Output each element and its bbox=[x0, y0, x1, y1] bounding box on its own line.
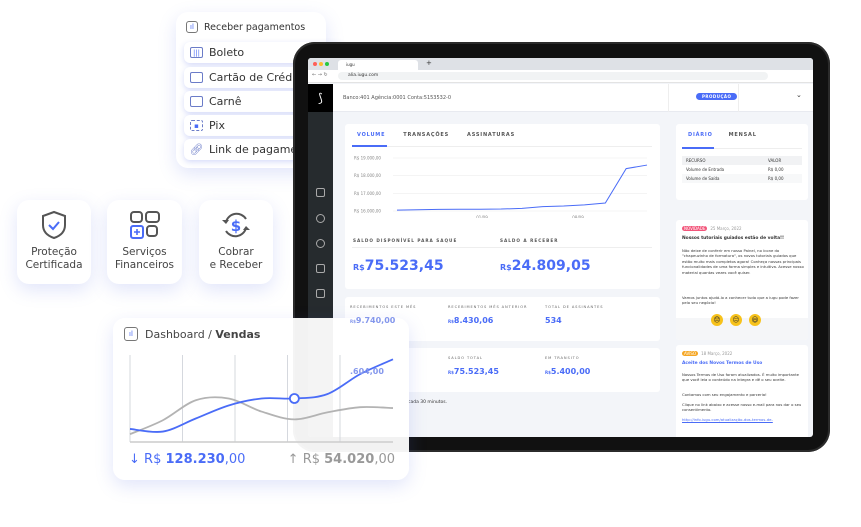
bar-chart-icon: ıl bbox=[186, 21, 198, 33]
close-window-button[interactable] bbox=[313, 62, 317, 66]
news-card: AVISO 18 Março, 2022 Aceite dos Novos Te… bbox=[676, 345, 808, 437]
x-tick-label: 01/09 bbox=[476, 215, 488, 218]
terms-link[interactable]: http://info.iugu.com/atualização-dos-ter… bbox=[682, 417, 804, 422]
sales-up-value: ↑ R$ 54.020,00 bbox=[287, 452, 395, 467]
volume-panel: VOLUME TRANSAÇÕES ASSINATURAS R$ 19.000,… bbox=[345, 124, 660, 289]
y-tick-label: R$ 17.000,00 bbox=[354, 191, 381, 196]
highlight-point bbox=[288, 393, 300, 404]
news-title: Nossos tutoriais guiados estão de volta!… bbox=[682, 236, 785, 241]
stat-value: R$8.430,06 bbox=[448, 316, 494, 325]
apps-grid-icon bbox=[129, 211, 160, 239]
shield-check-icon bbox=[42, 210, 66, 240]
account-info: Banco:401 Agência:0001 Conta:5153532-0 bbox=[343, 95, 452, 101]
credit-card-icon bbox=[190, 72, 203, 83]
available-balance-label: SALDO DISPONÍVEL PARA SAQUE bbox=[353, 238, 458, 243]
dashboard-sales-card: ıl Dashboard / Vendas ↓ R$ 128.230,00 ↑ … bbox=[113, 318, 409, 480]
nav-arrows-icon[interactable]: ← → ↻ bbox=[312, 72, 328, 78]
y-tick-label: R$ 16.000,00 bbox=[354, 209, 381, 214]
news-title[interactable]: Aceite dos Novos Termos de Uso bbox=[682, 361, 762, 366]
sidebar-item-reports[interactable] bbox=[316, 264, 325, 273]
tab-volume[interactable]: VOLUME bbox=[357, 132, 385, 138]
payments-title: Receber pagamentos bbox=[204, 21, 306, 33]
stat-value: .604,00 bbox=[350, 367, 384, 376]
reaction-neutral[interactable]: 😐 bbox=[730, 314, 742, 326]
comparison-series-line bbox=[129, 396, 394, 435]
daily-panel: DIÁRIO MENSAL RECURSO VALOR Volume de Ent… bbox=[676, 124, 808, 200]
booklet-icon bbox=[190, 96, 203, 107]
iugu-logo[interactable]: ⟆ bbox=[308, 84, 333, 112]
sidebar-item-wallet[interactable] bbox=[316, 188, 325, 197]
y-tick-label: R$ 19.000,00 bbox=[354, 156, 381, 161]
feature-certified-protection[interactable]: Proteção Certificada bbox=[17, 200, 91, 284]
address-bar-row: ← → ↻ alia.iugu.com bbox=[308, 70, 813, 83]
daily-table: RECURSO VALOR Volume de Entrada R$ 0,00 Vo… bbox=[682, 156, 802, 183]
update-footnote: cada 30 minutos. bbox=[408, 400, 448, 405]
dollar-cycle-icon: $ bbox=[222, 212, 250, 238]
top-header: Banco:401 Agência:0001 Conta:5153532-0 P… bbox=[333, 84, 813, 112]
minimize-window-button[interactable] bbox=[319, 62, 323, 66]
receivable-balance-label: SALDO A RECEBER bbox=[500, 238, 559, 243]
sales-down-value: ↓ R$ 128.230,00 bbox=[129, 452, 246, 467]
volume-tabs: VOLUME TRANSAÇÕES ASSINATURAS bbox=[357, 132, 515, 138]
reaction-happy[interactable]: 😃 bbox=[749, 314, 761, 326]
account-menu-chevron-icon[interactable]: ⌄ bbox=[796, 91, 802, 99]
qr-code-icon: ▪ bbox=[190, 120, 203, 131]
environment-badge[interactable]: PRODUÇÃO bbox=[696, 93, 738, 100]
feature-financial-services[interactable]: Serviços Financeiros bbox=[107, 200, 182, 284]
link-icon: 🔗︎ bbox=[189, 143, 204, 156]
sidebar-item-send[interactable] bbox=[316, 239, 325, 248]
stat-value: R$5.400,00 bbox=[545, 367, 591, 376]
url-field[interactable]: alia.iugu.com bbox=[338, 72, 768, 80]
tab-monthly[interactable]: MENSAL bbox=[729, 132, 757, 138]
stat-value: R$9.740,00 bbox=[350, 316, 396, 325]
volume-line-chart: R$ 19.000,00 R$ 18.000,00 R$ 17.000,00 R$ 1… bbox=[354, 156, 648, 218]
reaction-sad[interactable]: 😞 bbox=[711, 314, 723, 326]
sidebar-item-receive[interactable] bbox=[316, 214, 325, 223]
tab-daily[interactable]: DIÁRIO bbox=[688, 132, 713, 138]
x-tick-label: 08/09 bbox=[572, 215, 584, 218]
news-badge: NOVIDADE bbox=[682, 226, 708, 231]
table-row: Volume de Saída R$ 0,00 bbox=[682, 174, 802, 183]
stat-value: 534 bbox=[545, 316, 562, 325]
news-card: NOVIDADE 25 Março, 2022 Nossos tutoriais… bbox=[676, 220, 808, 340]
new-tab-button[interactable]: + bbox=[426, 59, 432, 67]
arrow-up-icon: ↑ bbox=[287, 452, 299, 467]
browser-tab[interactable]: iugu bbox=[338, 60, 418, 70]
feature-charge-and-receive[interactable]: $ Cobrar e Receber bbox=[199, 200, 273, 284]
sidebar-item-invoices[interactable] bbox=[316, 289, 325, 298]
maximize-window-button[interactable] bbox=[325, 62, 329, 66]
svg-text:$: $ bbox=[231, 217, 241, 235]
stat-value: R$75.523,45 bbox=[448, 367, 499, 376]
table-row: Volume de Entrada R$ 0,00 bbox=[686, 167, 784, 172]
browser-tab-bar: iugu + bbox=[308, 58, 813, 70]
arrow-down-icon: ↓ bbox=[129, 452, 140, 467]
tab-subscriptions[interactable]: ASSINATURAS bbox=[467, 132, 515, 138]
available-balance-value: R$75.523,45 bbox=[353, 258, 444, 274]
receivable-balance-value: R$24.809,05 bbox=[500, 258, 591, 274]
tab-transactions[interactable]: TRANSAÇÕES bbox=[403, 132, 449, 138]
volume-series-line bbox=[396, 164, 648, 211]
sales-line-chart bbox=[129, 355, 394, 443]
barcode-icon: ||| bbox=[190, 47, 203, 58]
y-tick-label: R$ 18.000,00 bbox=[354, 173, 381, 178]
news-badge: AVISO bbox=[682, 351, 699, 356]
